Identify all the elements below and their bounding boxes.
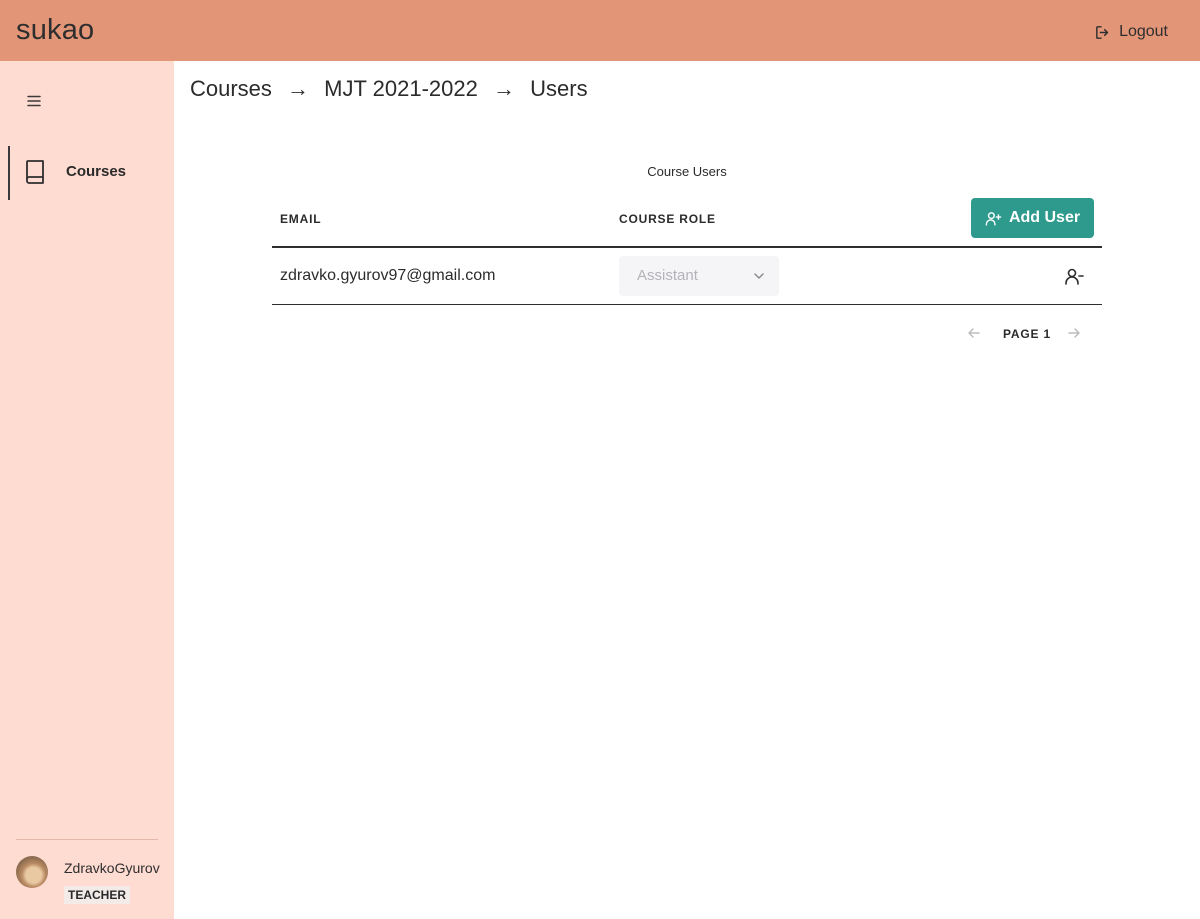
menu-icon[interactable] [26, 93, 42, 109]
logout-icon [1096, 25, 1109, 39]
user-name: ZdravkoGyurov [64, 860, 160, 876]
add-user-label: Add User [1008, 209, 1081, 226]
user-email-cell: zdravko.gyurov97@gmail.com [280, 267, 496, 284]
user-plus-icon [985, 211, 1002, 226]
remove-user-icon[interactable] [1064, 267, 1084, 285]
breadcrumb: Courses → MJT 2021-2022 → Users [190, 76, 588, 102]
table-caption: Course Users [647, 164, 727, 179]
sidebar: Courses ZdravkoGyurov TEACHER [0, 61, 174, 919]
logout-label: Logout [1119, 23, 1168, 40]
book-icon [26, 160, 44, 184]
app-title: sukao [16, 14, 95, 46]
breadcrumb-item-courses[interactable]: Courses [190, 76, 272, 102]
column-header-course-role: COURSE ROLE [619, 212, 716, 226]
sidebar-item-courses[interactable]: Courses [8, 146, 168, 200]
user-role-badge: TEACHER [64, 886, 131, 904]
page-indicator: PAGE 1 [1003, 327, 1051, 341]
avatar [16, 856, 48, 888]
arrow-left-icon[interactable] [966, 325, 982, 341]
breadcrumb-separator: → [493, 76, 515, 101]
arrow-right-icon[interactable] [1066, 325, 1082, 341]
top-bar: sukao Logout [0, 0, 1200, 61]
logout-button[interactable]: Logout [1094, 20, 1168, 44]
course-role-select[interactable]: Assistant [619, 256, 779, 296]
chevron-down-icon [754, 273, 764, 279]
add-user-button[interactable]: Add User [971, 198, 1094, 238]
table-header-divider [272, 246, 1102, 248]
column-header-email: EMAIL [280, 212, 322, 226]
breadcrumb-item-course[interactable]: MJT 2021-2022 [324, 76, 478, 102]
breadcrumb-item-users: Users [530, 76, 588, 101]
table-row-divider [272, 304, 1102, 305]
course-role-value: Assistant [637, 267, 698, 284]
sidebar-item-label: Courses [66, 163, 127, 180]
breadcrumb-separator: → [287, 76, 310, 101]
sidebar-divider [16, 839, 158, 840]
